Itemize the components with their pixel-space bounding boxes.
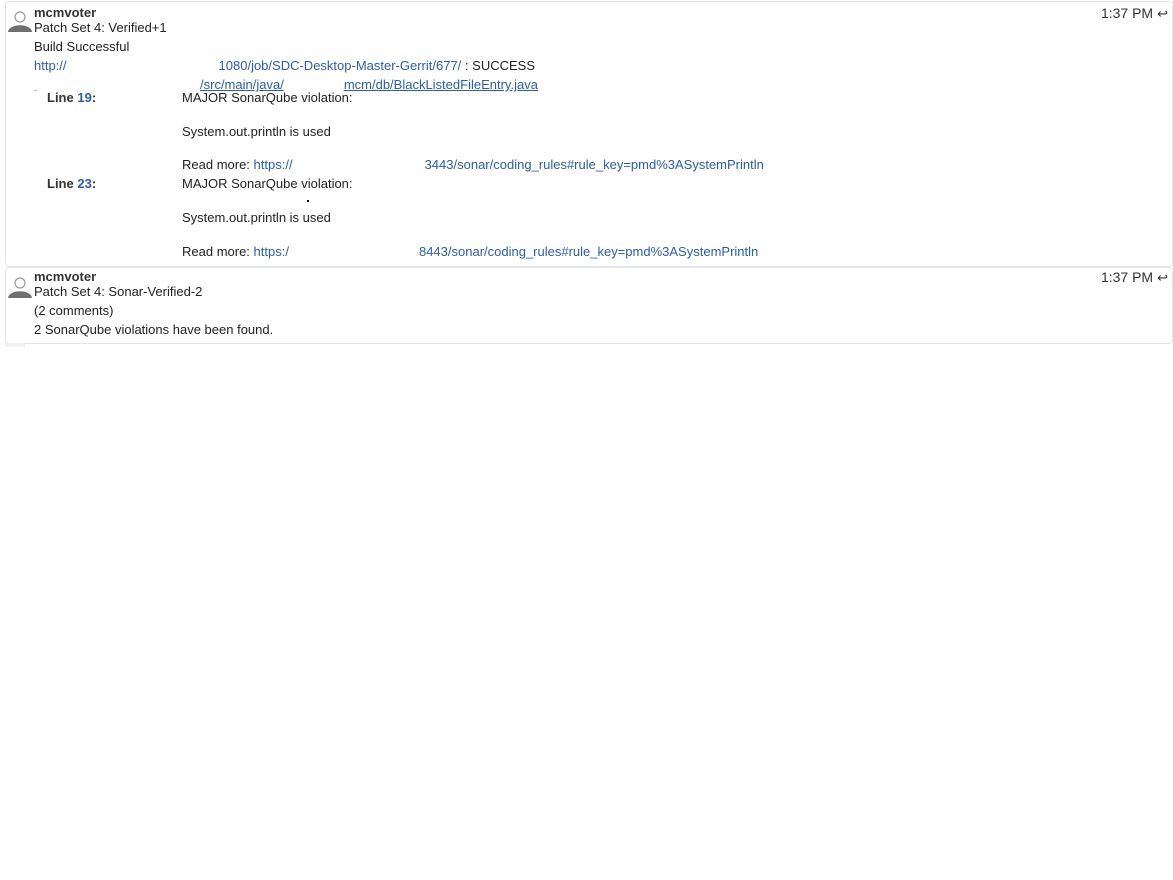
build-status: : SUCCESS: [464, 58, 535, 73]
message-card: mcmvoter 1:37 PM ↩ Patch Set 4: Sonar-Ver…: [5, 267, 1173, 344]
build-link[interactable]: http:// 1080/job/SDC-Desktop-Master-Gerr…: [34, 58, 461, 73]
read-more-line: Read more: https:/ 8443/sonar/coding_rul…: [182, 244, 759, 259]
line-number-link[interactable]: 19: [77, 90, 91, 105]
message-text: Build Successful: [34, 39, 130, 54]
comment-text: System.out.println is used: [182, 124, 331, 139]
comments-count[interactable]: (2 comments): [34, 303, 113, 318]
comment-text: MAJOR SonarQube violation:: [182, 90, 353, 105]
message-card: mcmvoter 1:37 PM ↩ Patch Set 4: Verified+…: [5, 1, 1173, 267]
build-line: http:// 1080/job/SDC-Desktop-Master-Gerr…: [34, 58, 535, 73]
read-more-link[interactable]: https:// 3443/sonar/coding_rules#rule_ke…: [254, 157, 764, 172]
comment-line-label: Line 23:: [47, 176, 97, 191]
comment-text: System.out.println is used: [182, 210, 331, 225]
reply-arrow-icon[interactable]: ↩: [1157, 6, 1168, 22]
read-more-line: Read more: https:// 3443/sonar/coding_ru…: [182, 157, 764, 172]
stray-dot: [307, 200, 309, 202]
message-title: Patch Set 4: Sonar-Verified-2: [34, 284, 203, 299]
author-name[interactable]: mcmvoter: [34, 269, 96, 284]
comment-line-label: Line 19:: [47, 90, 97, 105]
line-number-link[interactable]: 23: [77, 176, 91, 191]
message-title: Patch Set 4: Verified+1: [34, 20, 167, 35]
author-name[interactable]: mcmvoter: [34, 5, 96, 20]
timestamp: 1:37 PM ↩: [1100, 5, 1168, 22]
message-text: 2 SonarQube violations have been found.: [34, 322, 274, 337]
avatar-icon: [8, 277, 32, 298]
comment-text: MAJOR SonarQube violation:: [182, 176, 353, 191]
read-more-link[interactable]: https:/ 8443/sonar/coding_rules#rule_key…: [254, 244, 758, 259]
timestamp: 1:37 PM ↩: [1100, 269, 1168, 286]
avatar-icon: [8, 11, 32, 32]
collapsed-message-edge: [5, 343, 25, 347]
reply-arrow-icon[interactable]: ↩: [1157, 270, 1168, 286]
